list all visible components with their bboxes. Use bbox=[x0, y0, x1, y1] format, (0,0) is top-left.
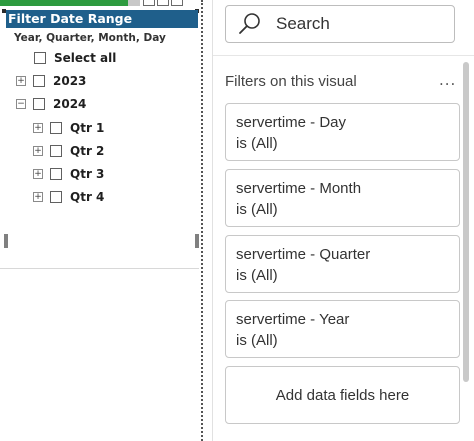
slicer-title: Filter Date Range bbox=[6, 10, 198, 28]
search-box[interactable]: Search bbox=[225, 5, 455, 43]
table-icon-2[interactable] bbox=[157, 0, 169, 6]
quarter-checkbox[interactable] bbox=[50, 168, 62, 180]
slicer-hierarchy-label: Year, Quarter, Month, Day bbox=[14, 32, 166, 44]
add-data-fields-label: Add data fields here bbox=[275, 386, 410, 404]
add-data-fields-well[interactable]: Add data fields here bbox=[225, 366, 460, 424]
report-canvas: Filter Date Range Year, Quarter, Month, … bbox=[0, 0, 201, 441]
collapse-icon[interactable]: − bbox=[16, 99, 26, 109]
table-icon[interactable] bbox=[143, 0, 155, 6]
quarter-label: Qtr 1 bbox=[70, 121, 105, 135]
year-checkbox[interactable] bbox=[33, 98, 45, 110]
year-label: 2024 bbox=[53, 97, 87, 111]
expand-icon[interactable]: + bbox=[16, 76, 26, 86]
quarter-checkbox[interactable] bbox=[50, 122, 62, 134]
filter-state: is (All) bbox=[236, 201, 278, 218]
scrollbar[interactable] bbox=[463, 62, 469, 382]
quarter-checkbox[interactable] bbox=[50, 145, 62, 157]
year-checkbox[interactable] bbox=[33, 75, 45, 87]
visual-bottom-border bbox=[0, 268, 199, 269]
filter-field-name: servertime - Day bbox=[236, 114, 347, 131]
filters-pane: Search Filters on this visual ... server… bbox=[212, 0, 474, 441]
filter-card-quarter[interactable]: servertime - Quarter is (All) bbox=[225, 235, 460, 293]
quarter-checkbox[interactable] bbox=[50, 191, 62, 203]
select-all-checkbox[interactable] bbox=[34, 52, 46, 64]
expand-icon[interactable]: + bbox=[33, 123, 43, 133]
quarter-item-4[interactable]: + Qtr 4 bbox=[33, 189, 104, 205]
screen: Filter Date Range Year, Quarter, Month, … bbox=[0, 0, 474, 441]
filter-state: is (All) bbox=[236, 135, 278, 152]
expand-icon[interactable]: + bbox=[33, 146, 43, 156]
filter-field-name: servertime - Quarter bbox=[236, 246, 371, 263]
filter-card-year[interactable]: servertime - Year is (All) bbox=[225, 300, 460, 358]
select-all-item[interactable]: Select all bbox=[34, 50, 116, 66]
table-icon-3 bbox=[171, 0, 183, 6]
pane-separator bbox=[213, 55, 474, 56]
section-title: Filters on this visual bbox=[225, 73, 357, 90]
year-item-2024[interactable]: − 2024 bbox=[16, 96, 86, 112]
year-item-2023[interactable]: + 2023 bbox=[16, 73, 86, 89]
more-options-icon[interactable]: ... bbox=[439, 71, 456, 89]
quarter-item-2[interactable]: + Qtr 2 bbox=[33, 143, 104, 159]
resize-handle-left-icon[interactable] bbox=[4, 234, 8, 248]
quarter-label: Qtr 3 bbox=[70, 167, 105, 181]
quarter-label: Qtr 2 bbox=[70, 144, 105, 158]
expand-icon[interactable]: + bbox=[33, 169, 43, 179]
filter-card-day[interactable]: servertime - Day is (All) bbox=[225, 103, 460, 161]
pane-divider bbox=[201, 0, 203, 441]
filter-card-month[interactable]: servertime - Month is (All) bbox=[225, 169, 460, 227]
search-icon bbox=[239, 13, 260, 34]
search-input[interactable]: Search bbox=[276, 14, 330, 34]
filter-field-name: servertime - Month bbox=[236, 180, 362, 197]
quarter-item-1[interactable]: + Qtr 1 bbox=[33, 120, 104, 136]
year-label: 2023 bbox=[53, 74, 87, 88]
resize-handle-right-icon[interactable] bbox=[195, 234, 199, 248]
select-all-label: Select all bbox=[54, 51, 117, 65]
quarter-item-3[interactable]: + Qtr 3 bbox=[33, 166, 104, 182]
filter-state: is (All) bbox=[236, 267, 278, 284]
accent-bar bbox=[0, 0, 128, 6]
accent-bar-gray bbox=[128, 0, 140, 6]
filter-state: is (All) bbox=[236, 332, 278, 349]
filter-field-name: servertime - Year bbox=[236, 311, 350, 328]
expand-icon[interactable]: + bbox=[33, 192, 43, 202]
quarter-label: Qtr 4 bbox=[70, 190, 105, 204]
